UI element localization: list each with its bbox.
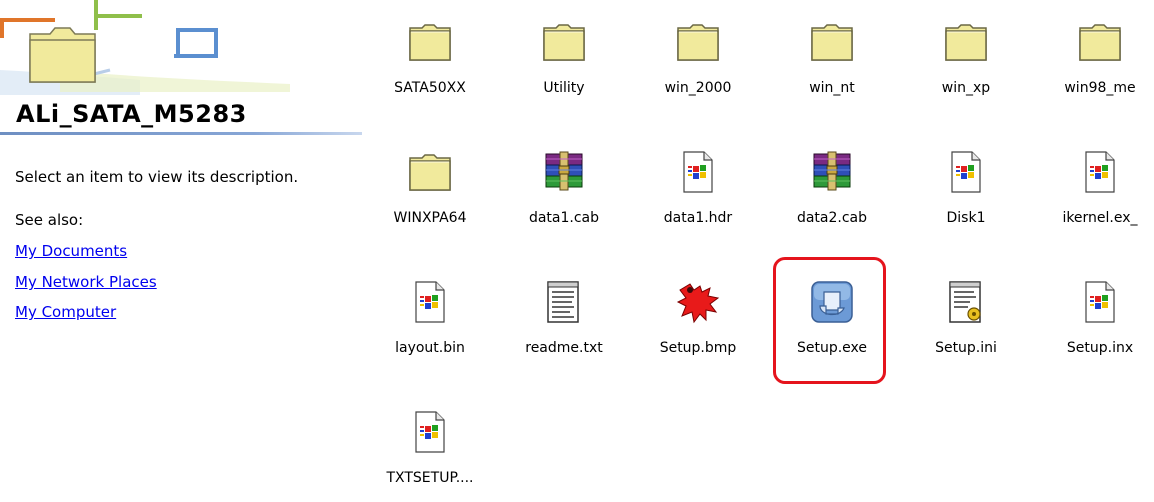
file-name-label: layout.bin <box>395 340 465 356</box>
file-item-setup-bmp[interactable]: Setup.bmp <box>638 272 758 372</box>
file-name-label: data1.hdr <box>663 210 733 226</box>
file-item-sata50xx[interactable]: SATA50XX <box>370 12 490 112</box>
file-item-layout-bin[interactable]: layout.bin <box>370 272 490 372</box>
folder-icon <box>810 20 854 64</box>
file-item-setup-ini[interactable]: Setup.ini <box>906 272 1026 372</box>
file-item-disk1[interactable]: Disk1 <box>906 142 1026 242</box>
file-item-data1-cab[interactable]: data1.cab <box>504 142 624 242</box>
paint-splat-icon <box>676 280 720 324</box>
folder-icon <box>408 20 452 64</box>
folder-header-decoration <box>0 0 290 95</box>
file-item-utility[interactable]: Utility <box>504 12 624 112</box>
file-name-label: Setup.bmp <box>659 340 737 356</box>
my-documents-link[interactable]: My Documents <box>15 242 127 260</box>
file-name-label: win98_me <box>1064 80 1136 96</box>
file-name-label: Disk1 <box>946 210 986 226</box>
windows-file-icon <box>1078 150 1122 194</box>
winrar-archive-icon <box>810 150 854 194</box>
windows-file-icon <box>1078 280 1122 324</box>
file-name-label: SATA50XX <box>394 80 466 96</box>
file-item-data1-hdr[interactable]: data1.hdr <box>638 142 758 242</box>
see-also-label: See also: <box>15 211 84 229</box>
folder-title: ALi_SATA_M5283 <box>16 100 247 128</box>
file-name-label: win_2000 <box>664 80 732 96</box>
file-item-data2-cab[interactable]: data2.cab <box>772 142 892 242</box>
file-item-ikernel-ex[interactable]: ikernel.ex_ <box>1040 142 1154 242</box>
file-item-readme-txt[interactable]: readme.txt <box>504 272 624 372</box>
file-name-label: data2.cab <box>796 210 868 226</box>
file-name-label: WINXPA64 <box>393 210 467 226</box>
file-item-winxpa64[interactable]: WINXPA64 <box>370 142 490 242</box>
file-item-win98-me[interactable]: win98_me <box>1040 12 1154 112</box>
file-item-txtsetup[interactable]: TXTSETUP.... <box>370 402 490 502</box>
text-file-icon <box>542 280 586 324</box>
task-pane: ALi_SATA_M5283 Select an item to view it… <box>0 0 370 498</box>
file-name-label: Setup.inx <box>1066 340 1134 356</box>
details-description: Select an item to view its description. <box>15 168 299 186</box>
ini-settings-file-icon <box>944 280 988 324</box>
setup-exe-highlight-box <box>773 257 886 384</box>
folder-icon <box>676 20 720 64</box>
folder-icon <box>1078 20 1122 64</box>
file-item-win-2000[interactable]: win_2000 <box>638 12 758 112</box>
file-name-label: readme.txt <box>525 340 603 356</box>
file-name-label: data1.cab <box>528 210 600 226</box>
my-computer-link[interactable]: My Computer <box>15 303 116 321</box>
file-item-win-nt[interactable]: win_nt <box>772 12 892 112</box>
folder-icon <box>944 20 988 64</box>
windows-file-icon <box>944 150 988 194</box>
file-name-label: TXTSETUP.... <box>386 470 474 486</box>
file-name-label: Setup.ini <box>935 340 997 356</box>
my-network-places-link[interactable]: My Network Places <box>15 273 157 291</box>
file-name-label: ikernel.ex_ <box>1062 210 1138 226</box>
file-item-win-xp[interactable]: win_xp <box>906 12 1026 112</box>
file-name-label: Utility <box>543 80 585 96</box>
folder-icon <box>542 20 586 64</box>
windows-file-icon <box>408 280 452 324</box>
folder-icon <box>408 150 452 194</box>
windows-file-icon <box>408 410 452 454</box>
file-name-label: win_xp <box>941 80 991 96</box>
title-divider <box>0 132 362 135</box>
file-item-setup-inx[interactable]: Setup.inx <box>1040 272 1154 372</box>
windows-file-icon <box>676 150 720 194</box>
winrar-archive-icon <box>542 150 586 194</box>
file-name-label: win_nt <box>809 80 855 96</box>
